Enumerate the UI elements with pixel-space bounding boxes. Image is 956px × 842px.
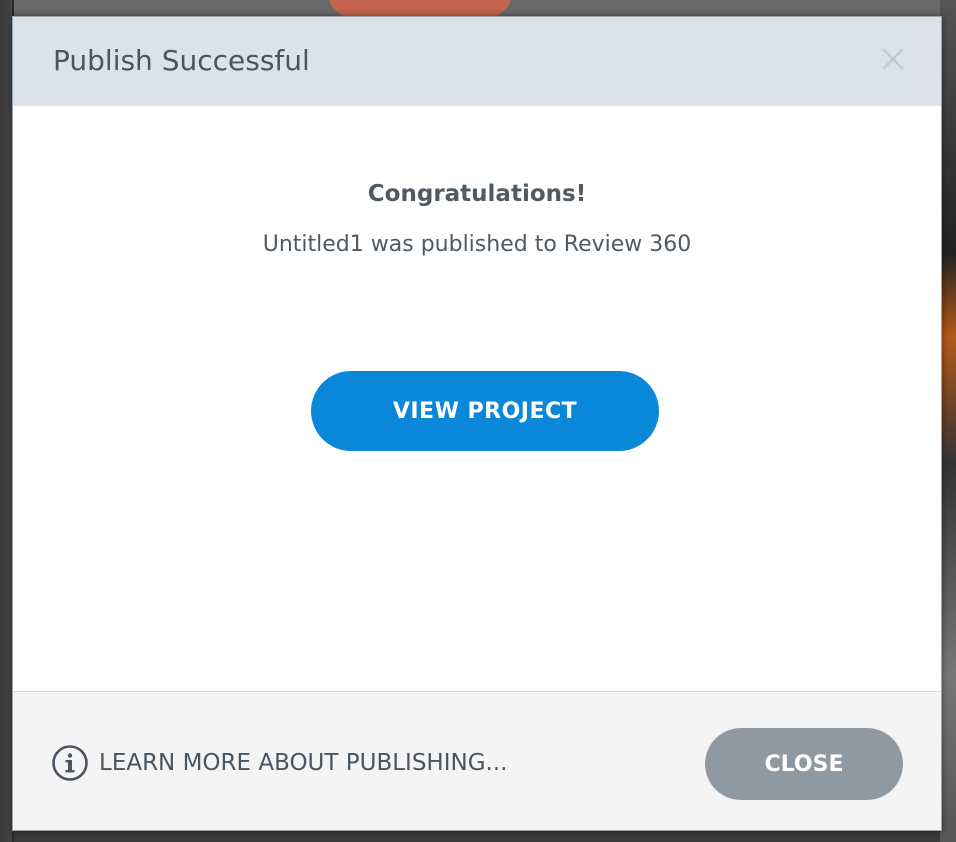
dialog-body: Congratulations! Untitled1 was published… [13,106,941,691]
dialog-footer: LEARN MORE ABOUT PUBLISHING... CLOSE [13,691,941,830]
learn-more-link[interactable]: LEARN MORE ABOUT PUBLISHING... [51,744,507,782]
background-edge [940,0,956,842]
close-icon[interactable] [879,45,907,73]
dialog-title: Publish Successful [53,44,310,77]
info-icon [52,745,88,781]
close-icon-graphic [882,48,904,70]
publish-message: Untitled1 was published to Review 360 [262,232,692,257]
view-project-button[interactable]: VIEW PROJECT [311,371,659,451]
dialog-header: Publish Successful [13,17,941,106]
congratulations-heading: Congratulations! [367,181,587,207]
publish-successful-dialog: Publish Successful Congratulations! Unti… [12,16,942,831]
close-button[interactable]: CLOSE [705,728,903,800]
learn-more-label: LEARN MORE ABOUT PUBLISHING... [99,750,508,776]
